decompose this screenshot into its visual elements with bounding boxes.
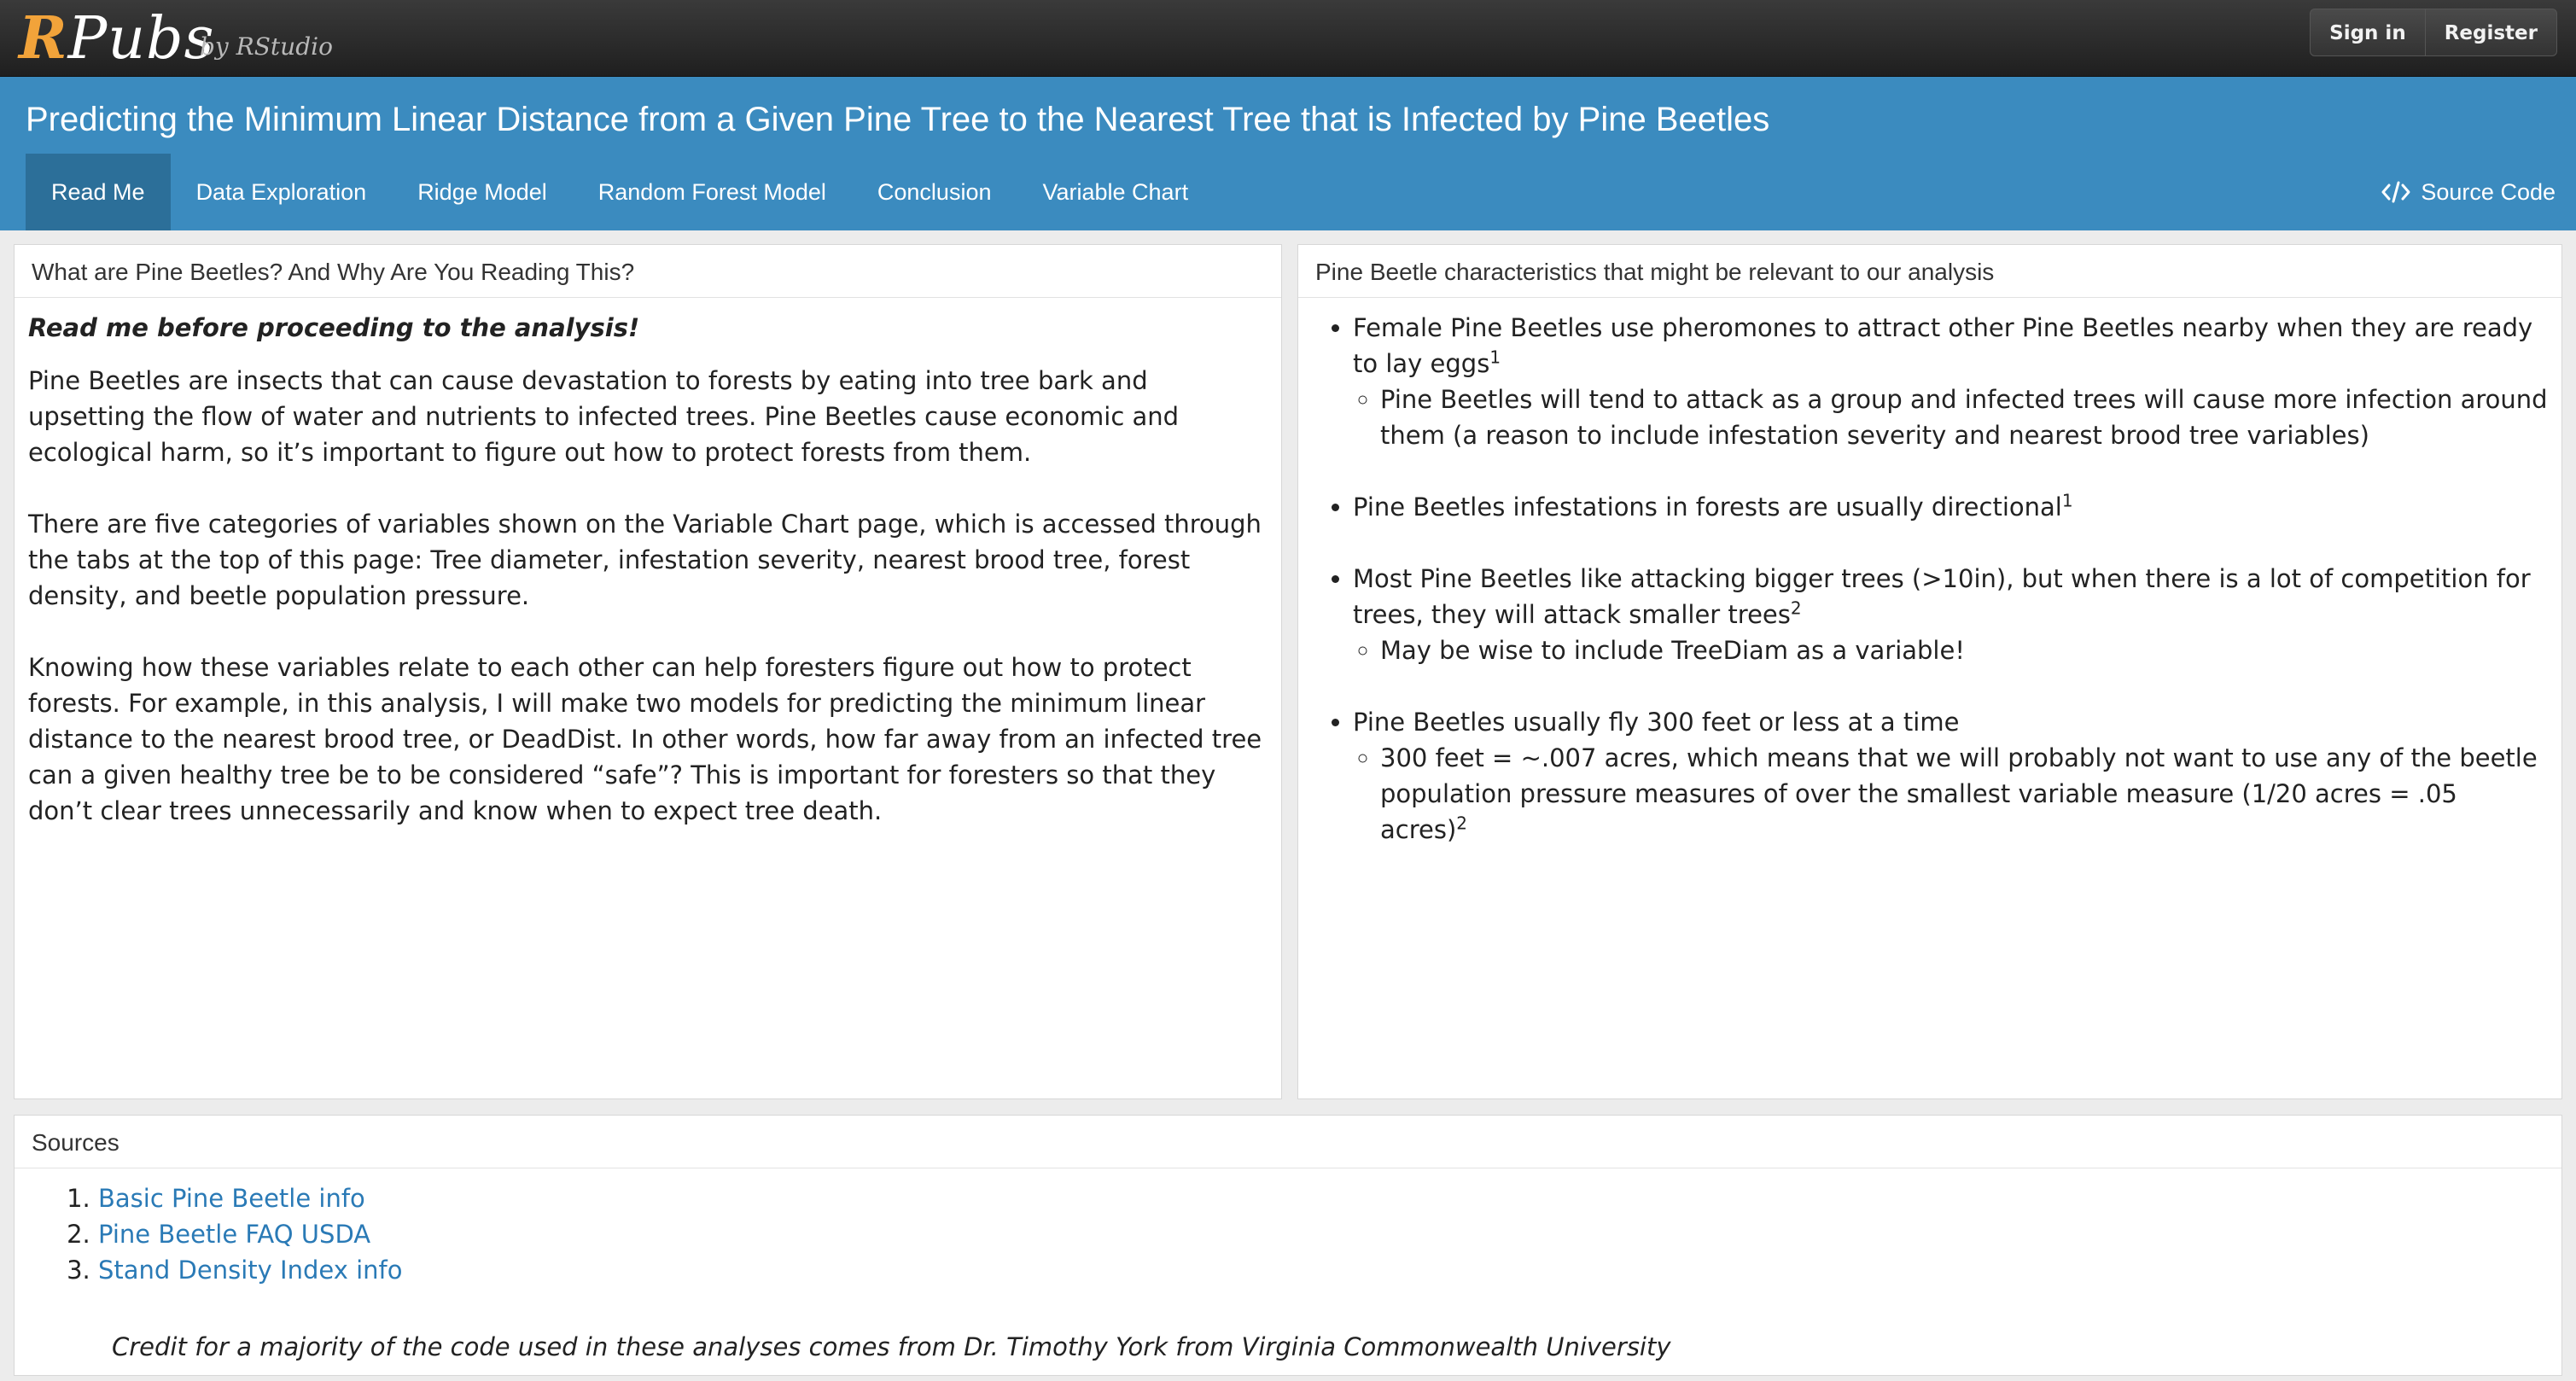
code-icon bbox=[2381, 180, 2410, 204]
credit-note: Credit for a majority of the code used i… bbox=[112, 1332, 1671, 1361]
list-item: Pine Beetles infestations in forests are… bbox=[1353, 489, 2548, 525]
sign-in-button[interactable]: Sign in bbox=[2311, 9, 2425, 55]
sub-list: 300 feet = ~.007 acres, which means that… bbox=[1353, 740, 2548, 848]
characteristics-panel-body: Female Pine Beetles use pheromones to at… bbox=[1298, 298, 2561, 848]
source-code-label: Source Code bbox=[2421, 179, 2556, 205]
footnote-ref: 2 bbox=[1790, 597, 1802, 619]
rpubs-logo-text: Pubs bbox=[67, 5, 215, 73]
characteristics-panel-title: Pine Beetle characteristics that might b… bbox=[1298, 245, 2561, 298]
source-link-pine-beetle-faq-usda[interactable]: Pine Beetle FAQ USDA bbox=[98, 1220, 370, 1249]
readme-panel-title: What are Pine Beetles? And Why Are You R… bbox=[15, 245, 1281, 298]
tab-data-exploration[interactable]: Data Exploration bbox=[171, 154, 393, 230]
sub-list-item: May be wise to include TreeDiam as a var… bbox=[1380, 632, 2548, 668]
footnote-ref: 1 bbox=[2061, 490, 2073, 511]
source-link-basic-pine-beetle-info[interactable]: Basic Pine Beetle info bbox=[98, 1184, 365, 1213]
readme-lead: Read me before proceeding to the analysi… bbox=[28, 313, 640, 342]
list-item-text: Pine Beetles infestations in forests are… bbox=[1353, 492, 2062, 522]
readme-paragraph: Pine Beetles are insects that can cause … bbox=[28, 366, 1180, 467]
sources-list: Basic Pine Beetle info Pine Beetle FAQ U… bbox=[28, 1180, 2548, 1288]
readme-panel: What are Pine Beetles? And Why Are You R… bbox=[14, 244, 1282, 1099]
footnote-ref: 1 bbox=[1489, 347, 1501, 368]
sub-list: May be wise to include TreeDiam as a var… bbox=[1353, 632, 2548, 668]
list-item: Most Pine Beetles like attacking bigger … bbox=[1353, 561, 2548, 668]
dashboard-header: Predicting the Minimum Linear Distance f… bbox=[0, 77, 2576, 230]
sources-panel-title: Sources bbox=[15, 1116, 2561, 1168]
tab-random-forest-model[interactable]: Random Forest Model bbox=[573, 154, 852, 230]
tab-bar: Read Me Data Exploration Ridge Model Ran… bbox=[26, 154, 1214, 230]
sub-list: Pine Beetles will tend to attack as a gr… bbox=[1353, 382, 2548, 453]
characteristics-list: Female Pine Beetles use pheromones to at… bbox=[1312, 310, 2548, 848]
list-item: Basic Pine Beetle info bbox=[98, 1180, 2548, 1216]
characteristics-panel: Pine Beetle characteristics that might b… bbox=[1297, 244, 2562, 1099]
rpubs-logo[interactable]: RPubs bbox=[19, 2, 215, 76]
rpubs-topbar: RPubs by RStudio Sign in Register bbox=[0, 0, 2576, 77]
list-item-text: Most Pine Beetles like attacking bigger … bbox=[1353, 564, 2531, 629]
sources-panel: Sources Basic Pine Beetle info Pine Beet… bbox=[14, 1115, 2562, 1376]
sub-list-item: 300 feet = ~.007 acres, which means that… bbox=[1380, 740, 2548, 848]
readme-paragraph: There are five categories of variables s… bbox=[28, 510, 1262, 610]
list-item-text: Female Pine Beetles use pheromones to at… bbox=[1353, 313, 2533, 378]
auth-button-group: Sign in Register bbox=[2310, 9, 2557, 56]
source-link-stand-density-index-info[interactable]: Stand Density Index info bbox=[98, 1256, 402, 1285]
sub-list-item-text: 300 feet = ~.007 acres, which means that… bbox=[1380, 743, 2538, 844]
sources-panel-body: Basic Pine Beetle info Pine Beetle FAQ U… bbox=[15, 1168, 2561, 1365]
readme-panel-body: Read me before proceeding to the analysi… bbox=[15, 298, 1281, 829]
page-title: Predicting the Minimum Linear Distance f… bbox=[26, 101, 1770, 138]
list-item: Female Pine Beetles use pheromones to at… bbox=[1353, 310, 2548, 453]
list-item: Stand Density Index info bbox=[98, 1252, 2548, 1288]
list-item: Pine Beetles usually fly 300 feet or les… bbox=[1353, 704, 2548, 848]
register-button[interactable]: Register bbox=[2424, 9, 2556, 55]
rpubs-logo-r: R bbox=[19, 4, 68, 73]
list-item: Pine Beetle FAQ USDA bbox=[98, 1216, 2548, 1252]
source-code-link[interactable]: Source Code bbox=[2381, 154, 2556, 230]
list-item-text: Pine Beetles usually fly 300 feet or les… bbox=[1353, 708, 1960, 737]
tab-variable-chart[interactable]: Variable Chart bbox=[1017, 154, 1214, 230]
rpubs-by-rstudio: by RStudio bbox=[200, 32, 333, 61]
readme-paragraph: Knowing how these variables relate to ea… bbox=[28, 653, 1262, 825]
footnote-ref: 2 bbox=[1456, 813, 1467, 834]
tab-conclusion[interactable]: Conclusion bbox=[852, 154, 1017, 230]
sub-list-item: Pine Beetles will tend to attack as a gr… bbox=[1380, 382, 2548, 453]
tab-read-me[interactable]: Read Me bbox=[26, 154, 171, 230]
tab-ridge-model[interactable]: Ridge Model bbox=[392, 154, 573, 230]
